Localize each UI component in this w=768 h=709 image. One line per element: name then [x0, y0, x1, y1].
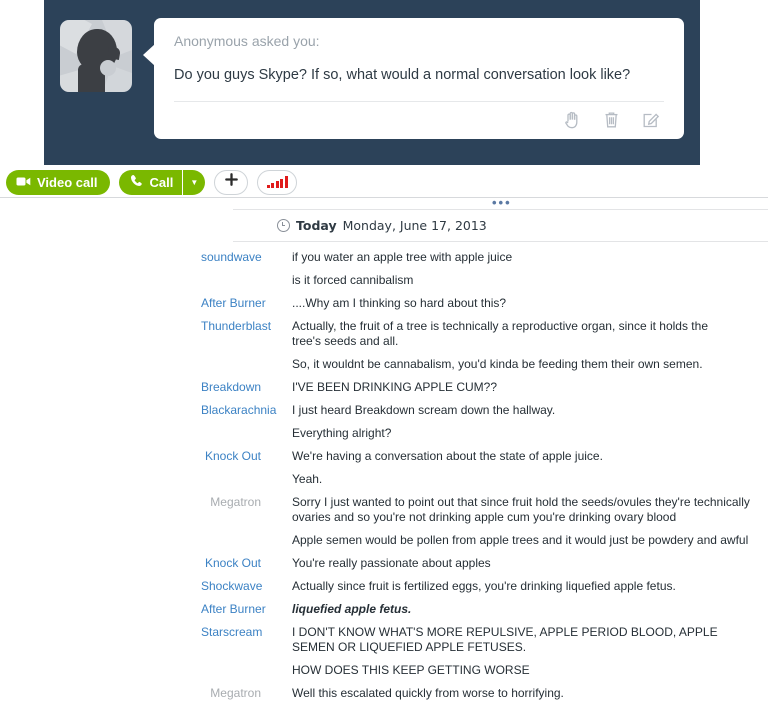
- toolbar-divider: [0, 197, 768, 198]
- message-text: I'VE BEEN DRINKING APPLE CUM??: [292, 380, 498, 394]
- message-author[interactable]: Breakdown: [201, 380, 261, 395]
- message-text: ....Why am I thinking so hard about this…: [292, 296, 507, 310]
- message-text: Well this escalated quickly from worse t…: [292, 686, 564, 700]
- signal-bars-icon: [266, 176, 288, 188]
- message-text: is it forced cannibalism: [292, 273, 414, 287]
- message-text: Apple semen would be pollen from apple t…: [292, 533, 749, 547]
- message-row: Starscream I DON'T KNOW WHAT'S MORE REPUL…: [201, 625, 768, 655]
- message-row: Knock Out We're having a conversation abo…: [205, 449, 768, 464]
- call-label: Call: [149, 174, 174, 190]
- message-author[interactable]: Megatron: [201, 495, 261, 510]
- call-button-group[interactable]: Call ▼: [119, 169, 206, 195]
- video-call-button[interactable]: Video call: [6, 169, 111, 195]
- signal-quality-button[interactable]: [257, 169, 298, 195]
- video-camera-icon: [16, 175, 31, 190]
- clock-icon: [277, 219, 290, 232]
- message-author[interactable]: Shockwave: [201, 579, 262, 594]
- phone-icon: [130, 174, 143, 190]
- message-text: if you water an apple tree with apple ju…: [292, 250, 513, 264]
- message-author[interactable]: Knock Out: [201, 449, 261, 464]
- message-row: soundwave if you water an apple tree with…: [201, 250, 768, 265]
- message-author[interactable]: Megatron: [201, 686, 261, 701]
- message-row: Thunderblast Actually, the fruit of a tre…: [201, 319, 768, 349]
- message-author[interactable]: Thunderblast: [201, 319, 271, 334]
- message-text: HOW DOES THIS KEEP GETTING WORSE: [292, 663, 530, 677]
- message-list: soundwave if you water an apple tree with…: [201, 242, 768, 701]
- message-row: After Burner liquefied apple fetus.: [201, 602, 768, 617]
- message-author[interactable]: soundwave: [201, 250, 262, 265]
- message-author[interactable]: Starscream: [201, 625, 262, 640]
- video-call-label: Video call: [37, 174, 98, 190]
- message-text: You're really passionate about apples: [292, 556, 491, 570]
- message-row: After Burner ....Why am I thinking so har…: [201, 296, 768, 311]
- message-row: HOW DOES THIS KEEP GETTING WORSE: [233, 663, 768, 678]
- load-more-row[interactable]: •••: [233, 196, 768, 209]
- message-row: Breakdown I'VE BEEN DRINKING APPLE CUM??: [201, 380, 768, 395]
- hand-icon[interactable]: [564, 110, 581, 129]
- chat-panel: ••• Today Monday, June 17, 2013 soundwav…: [201, 196, 768, 709]
- date-full-label: Monday, June 17, 2013: [342, 218, 487, 233]
- message-row: So, it wouldnt be cannabalism, you'd kin…: [233, 357, 768, 372]
- question-actions: [174, 102, 664, 131]
- message-row: Blackarachnia I just heard Breakdown scre…: [201, 403, 768, 418]
- ask-panel-inner: Anonymous asked you: Do you guys Skype? …: [44, 0, 700, 139]
- message-row: Everything alright?: [233, 426, 768, 441]
- date-today-label: Today: [296, 218, 337, 233]
- message-text: liquefied apple fetus.: [292, 602, 412, 616]
- message-author[interactable]: After Burner: [201, 602, 266, 617]
- message-text: I just heard Breakdown scream down the h…: [292, 403, 556, 417]
- message-text: Sorry I just wanted to point out that si…: [292, 495, 750, 524]
- trash-icon[interactable]: [603, 110, 620, 129]
- message-row: is it forced cannibalism: [233, 273, 768, 288]
- message-text: Actually since fruit is fertilized eggs,…: [292, 579, 676, 593]
- message-author[interactable]: Blackarachnia: [201, 403, 276, 418]
- message-row: Knock Out You're really passionate about …: [205, 556, 768, 571]
- avatar: [60, 20, 132, 92]
- message-row: Yeah.: [233, 472, 768, 487]
- asker-label: Anonymous asked you:: [174, 33, 320, 49]
- message-text: We're having a conversation about the st…: [292, 449, 603, 463]
- message-row: Apple semen would be pollen from apple t…: [233, 533, 768, 548]
- message-text: So, it wouldnt be cannabalism, you'd kin…: [292, 357, 703, 371]
- compose-icon[interactable]: [642, 110, 660, 129]
- call-button[interactable]: Call: [119, 169, 184, 195]
- date-separator: Today Monday, June 17, 2013: [233, 210, 768, 241]
- ellipsis-icon[interactable]: •••: [492, 196, 512, 209]
- chevron-down-icon[interactable]: ▼: [183, 170, 205, 195]
- ask-panel: Anonymous asked you: Do you guys Skype? …: [44, 0, 700, 165]
- message-row: Shockwave Actually since fruit is fertili…: [201, 579, 768, 594]
- message-row: Megatron Well this escalated quickly from…: [210, 686, 768, 701]
- avatar-chin: [100, 60, 116, 76]
- question-text: Do you guys Skype? If so, what would a n…: [174, 66, 664, 102]
- message-text: Actually, the fruit of a tree is technic…: [292, 319, 708, 348]
- message-text: I DON'T KNOW WHAT'S MORE REPULSIVE, APPL…: [292, 625, 718, 654]
- question-bubble: Anonymous asked you: Do you guys Skype? …: [143, 18, 684, 139]
- message-row: Megatron Sorry I just wanted to point out…: [210, 495, 768, 525]
- add-button[interactable]: [214, 169, 249, 195]
- message-text: Everything alright?: [292, 426, 392, 440]
- call-toolbar: Video call Call ▼: [0, 168, 768, 196]
- plus-icon: [224, 172, 239, 192]
- message-author[interactable]: After Burner: [201, 296, 266, 311]
- message-author[interactable]: Knock Out: [201, 556, 261, 571]
- message-text: Yeah.: [292, 472, 323, 486]
